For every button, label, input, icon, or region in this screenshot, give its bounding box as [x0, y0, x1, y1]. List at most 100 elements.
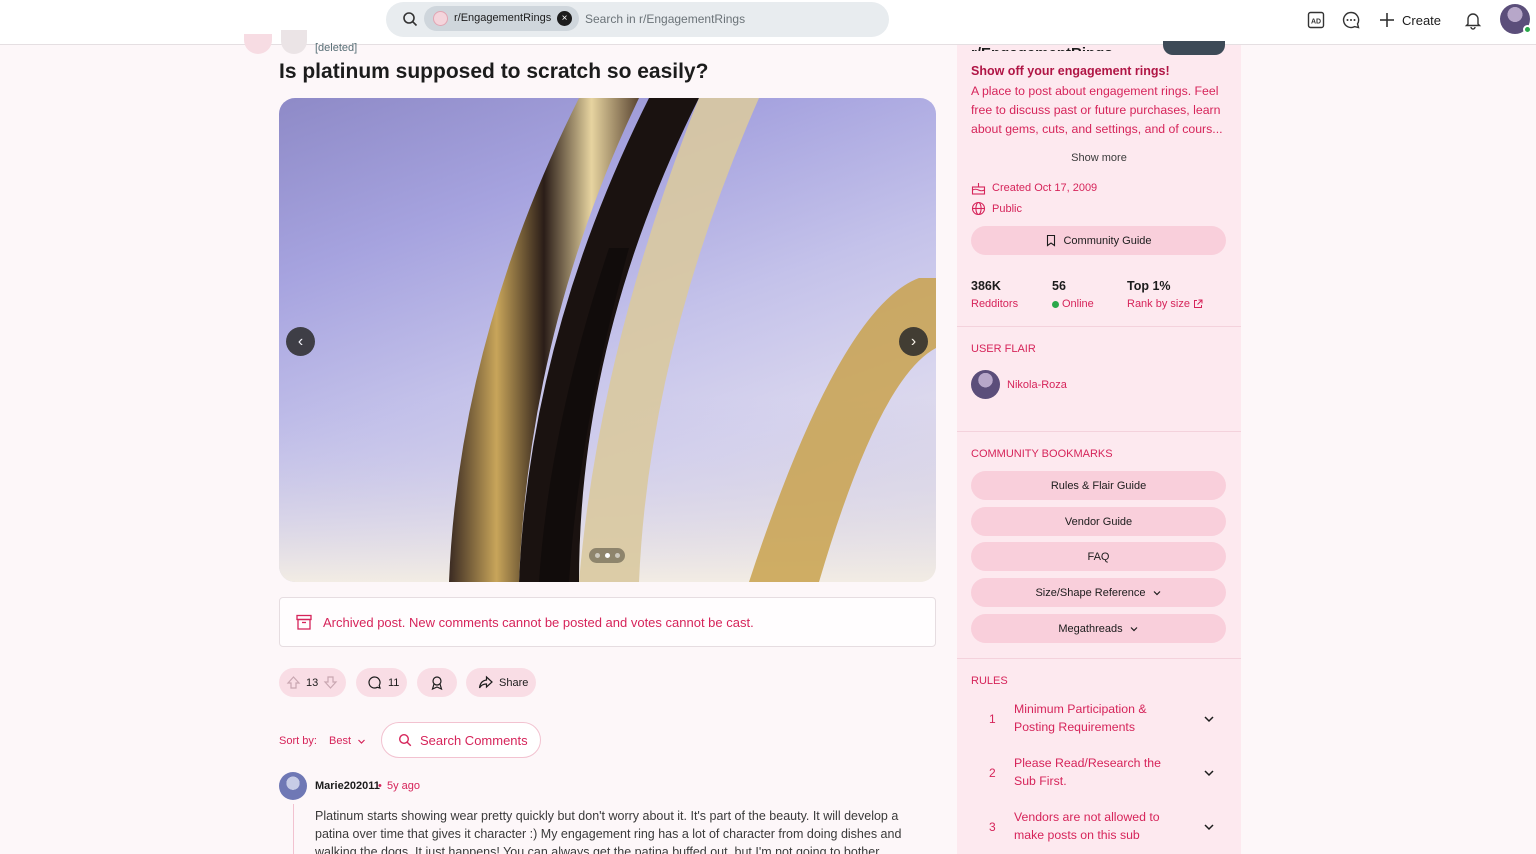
join-button[interactable] [1163, 41, 1225, 55]
bookmark-vendor-guide[interactable]: Vendor Guide [971, 507, 1226, 536]
chevron-down-icon [1204, 770, 1214, 777]
share-icon [478, 675, 493, 689]
bookmark-label: Vendor Guide [1064, 515, 1133, 528]
ring-photo [279, 98, 936, 582]
gallery-next-button[interactable]: › [899, 327, 928, 356]
svg-text:AD: AD [1311, 19, 1321, 26]
archived-text: Archived post. New comments cannot be po… [323, 615, 754, 630]
search-comments-label: Search Comments [420, 732, 528, 748]
sidebar-divider [957, 658, 1241, 659]
visibility-label: Public [992, 202, 1022, 215]
search-icon [398, 733, 412, 747]
create-button[interactable]: Create [1378, 10, 1441, 30]
rule-number: 2 [989, 766, 996, 780]
share-button[interactable]: Share [466, 668, 536, 697]
rule-number: 1 [989, 712, 996, 726]
show-more-button[interactable]: Show more [957, 152, 1241, 164]
bookmark-label: FAQ [1087, 550, 1110, 563]
rule-text: Vendors are not allowed to make posts on… [1014, 810, 1160, 842]
bookmark-rules-flair[interactable]: Rules & Flair Guide [971, 471, 1226, 500]
community-description: A place to post about engagement rings. … [971, 84, 1223, 136]
online-count: 56 [1052, 279, 1066, 293]
online-label-text: Online [1062, 298, 1094, 310]
archive-icon [296, 614, 312, 630]
rank-link[interactable]: Rank by size [1127, 298, 1203, 310]
rule-text: Please Read/Research the Sub First. [1014, 756, 1161, 788]
community-sidebar: r/EngagementRings Show off your engageme… [957, 41, 1241, 854]
online-status-dot [1523, 25, 1532, 34]
plus-icon [1380, 13, 1394, 27]
chevron-down-icon [1204, 824, 1214, 831]
create-label: Create [1402, 12, 1442, 28]
search-scope-chip[interactable]: r/EngagementRings × [424, 6, 579, 31]
top-bar: Search in r/EngagementRings r/Engagement… [0, 0, 1536, 45]
community-guide-button[interactable]: Community Guide [971, 226, 1226, 255]
bookmark-icon [1047, 234, 1056, 247]
award-icon [431, 675, 443, 690]
back-button[interactable] [244, 34, 272, 54]
bookmark-label: Rules & Flair Guide [1050, 479, 1147, 492]
comment-author-avatar[interactable] [279, 772, 307, 800]
online-dot-icon [1052, 300, 1059, 308]
cake-icon [971, 183, 986, 195]
chevron-down-icon [358, 739, 365, 744]
bookmark-faq[interactable]: FAQ [971, 542, 1226, 571]
rank-label: Rank by size [1127, 298, 1190, 310]
online-label: Online [1052, 298, 1094, 310]
comment-separator: • [378, 780, 382, 792]
rule-item[interactable]: 2 Please Read/Research the Sub First. [971, 754, 1226, 800]
post-author: [deleted] [315, 42, 358, 54]
members-count: 386K [971, 279, 1001, 293]
rules-heading: RULES [971, 675, 1008, 687]
rank-value: Top 1% [1127, 279, 1171, 293]
gallery-dot [594, 553, 600, 558]
comment-thread-line[interactable] [293, 804, 294, 854]
notification-bell-icon[interactable] [1463, 10, 1483, 30]
user-flair-name[interactable]: Nikola-Roza [1007, 379, 1067, 391]
bookmark-label: Megathreads [1058, 622, 1123, 635]
flair-avatar [971, 370, 1000, 399]
subreddit-avatar-icon [433, 11, 448, 26]
chat-icon[interactable] [1341, 10, 1361, 30]
comments-button[interactable]: 11 [356, 668, 407, 697]
bookmark-megathreads[interactable]: Megathreads [971, 614, 1226, 643]
downvote-icon[interactable] [323, 675, 338, 690]
author-avatar [281, 30, 307, 54]
globe-icon [971, 201, 986, 216]
external-link-icon [1193, 299, 1203, 308]
chevron-down-icon [1130, 626, 1138, 631]
gallery-prev-button[interactable]: ‹ [286, 327, 315, 356]
chevron-down-icon [1153, 590, 1160, 595]
community-name: r/EngagementRings [971, 45, 1113, 51]
bookmark-size-shape[interactable]: Size/Shape Reference [971, 578, 1226, 607]
rule-item[interactable]: 1 Minimum Participation & Posting Requir… [971, 700, 1226, 746]
chevron-down-icon [1204, 716, 1214, 723]
user-avatar[interactable] [1500, 4, 1532, 34]
bookmarks-heading: COMMUNITY BOOKMARKS [971, 448, 1113, 460]
vote-control: 13 [279, 668, 346, 697]
advertise-icon[interactable]: AD [1306, 10, 1326, 30]
sort-label: Sort by: [279, 735, 317, 747]
comment-icon [368, 676, 381, 689]
gallery-indicator [589, 548, 625, 563]
bookmark-label: Size/Shape Reference [1035, 586, 1146, 599]
award-button[interactable] [417, 668, 457, 697]
post-image-gallery[interactable] [279, 98, 936, 582]
sidebar-divider [957, 431, 1241, 432]
sort-dropdown[interactable]: Best [329, 735, 366, 747]
comment-count: 11 [388, 676, 400, 689]
community-guide-label: Community Guide [1063, 234, 1152, 247]
rule-text: Minimum Participation & Posting Requirem… [1014, 702, 1147, 734]
created-date: Created Oct 17, 2009 [971, 181, 1097, 195]
search-input[interactable]: Search in r/EngagementRings [585, 12, 745, 26]
comment-author[interactable]: Marie202011 [315, 780, 380, 792]
upvote-icon[interactable] [286, 675, 301, 690]
rule-item[interactable]: 3 Vendors are not allowed to make posts … [971, 808, 1226, 854]
rule-number: 3 [989, 820, 996, 834]
post-title: Is platinum supposed to scratch so easil… [279, 60, 709, 83]
clear-scope-icon[interactable]: × [557, 11, 572, 26]
archived-notice: Archived post. New comments cannot be po… [279, 597, 936, 647]
comment-body: Platinum starts showing wear pretty quic… [315, 809, 902, 854]
search-comments-button[interactable]: Search Comments [381, 722, 541, 758]
gallery-dot-active [604, 553, 610, 558]
